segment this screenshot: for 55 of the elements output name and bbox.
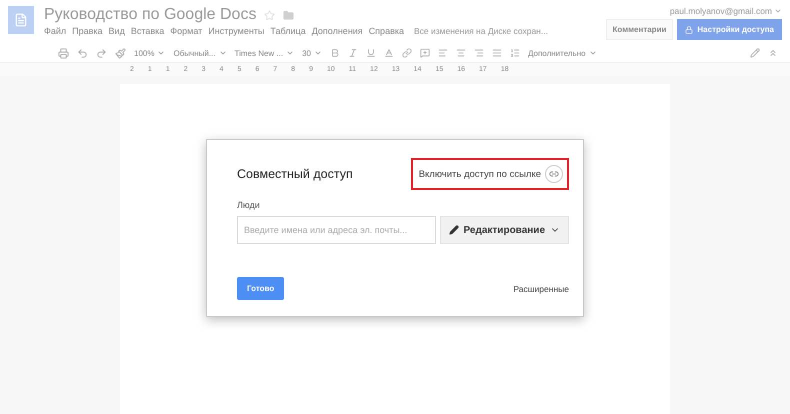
link-sharing-button[interactable]: Включить доступ по ссылке — [410, 158, 569, 190]
people-label: Люди — [237, 200, 261, 210]
done-button[interactable]: Готово — [237, 277, 284, 300]
menu-item[interactable]: Таблица — [270, 26, 306, 36]
link-icon[interactable] — [402, 48, 412, 58]
menu-item[interactable]: Правка — [72, 26, 103, 36]
save-status: Все изменения на Диске сохран... — [414, 26, 548, 36]
docs-logo-icon[interactable] — [8, 6, 34, 34]
style-dropdown[interactable]: Обычный... — [173, 48, 226, 58]
bold-icon[interactable] — [330, 48, 340, 58]
caret-icon — [588, 49, 597, 57]
pencil-icon[interactable] — [750, 48, 760, 58]
line-spacing-icon[interactable] — [510, 48, 520, 58]
more-dropdown[interactable]: Дополнительно — [528, 48, 597, 58]
comments-button[interactable]: Комментарии — [606, 19, 674, 40]
advanced-link[interactable]: Расширенные — [513, 284, 569, 294]
menu-item[interactable]: Вставка — [130, 26, 164, 36]
align-center-icon[interactable] — [456, 48, 466, 58]
print-icon[interactable] — [58, 48, 69, 58]
star-icon[interactable] — [264, 10, 276, 20]
redo-icon[interactable] — [96, 48, 107, 58]
collapse-icon[interactable] — [768, 48, 778, 58]
justify-icon[interactable] — [492, 48, 502, 58]
menu-item[interactable]: Инструменты — [208, 26, 264, 36]
font-dropdown[interactable]: Times New ... — [234, 48, 294, 58]
undo-icon[interactable] — [77, 48, 88, 58]
font-size-dropdown[interactable]: 30 — [302, 48, 322, 58]
align-right-icon[interactable] — [474, 48, 484, 58]
comment-icon[interactable] — [420, 48, 430, 58]
menu-item[interactable]: Формат — [170, 26, 202, 36]
menu-item[interactable]: Файл — [44, 26, 66, 36]
menu-item[interactable]: Дополнения — [312, 26, 363, 36]
zoom-dropdown[interactable]: 100% — [134, 48, 166, 58]
permission-dropdown[interactable]: Редактирование — [440, 216, 569, 244]
paint-format-icon[interactable] — [115, 48, 126, 58]
document-title[interactable]: Руководство по Google Docs — [44, 6, 256, 24]
italic-icon[interactable] — [348, 48, 358, 58]
text-color-icon[interactable] — [384, 48, 394, 58]
underline-icon[interactable] — [366, 48, 376, 58]
caret-icon — [774, 7, 782, 15]
align-left-icon[interactable] — [438, 48, 448, 58]
caret-icon — [314, 49, 322, 57]
caret-icon — [218, 49, 226, 57]
account-menu[interactable]: paul.molyanov@gmail.com — [670, 6, 782, 16]
folder-icon[interactable] — [283, 10, 294, 20]
link-icon — [549, 169, 559, 179]
pencil-icon — [448, 225, 459, 235]
lock-icon — [685, 26, 694, 34]
menu-item[interactable]: Справка — [368, 26, 404, 36]
dialog-title: Совместный доступ — [237, 167, 353, 181]
caret-icon — [157, 49, 166, 57]
menu-item[interactable]: Вид — [108, 26, 125, 36]
caret-icon — [286, 49, 294, 57]
share-button[interactable]: Настройки доступа — [677, 19, 782, 40]
people-input-field[interactable]: Введите имена или адреса эл. почты... — [237, 216, 436, 244]
